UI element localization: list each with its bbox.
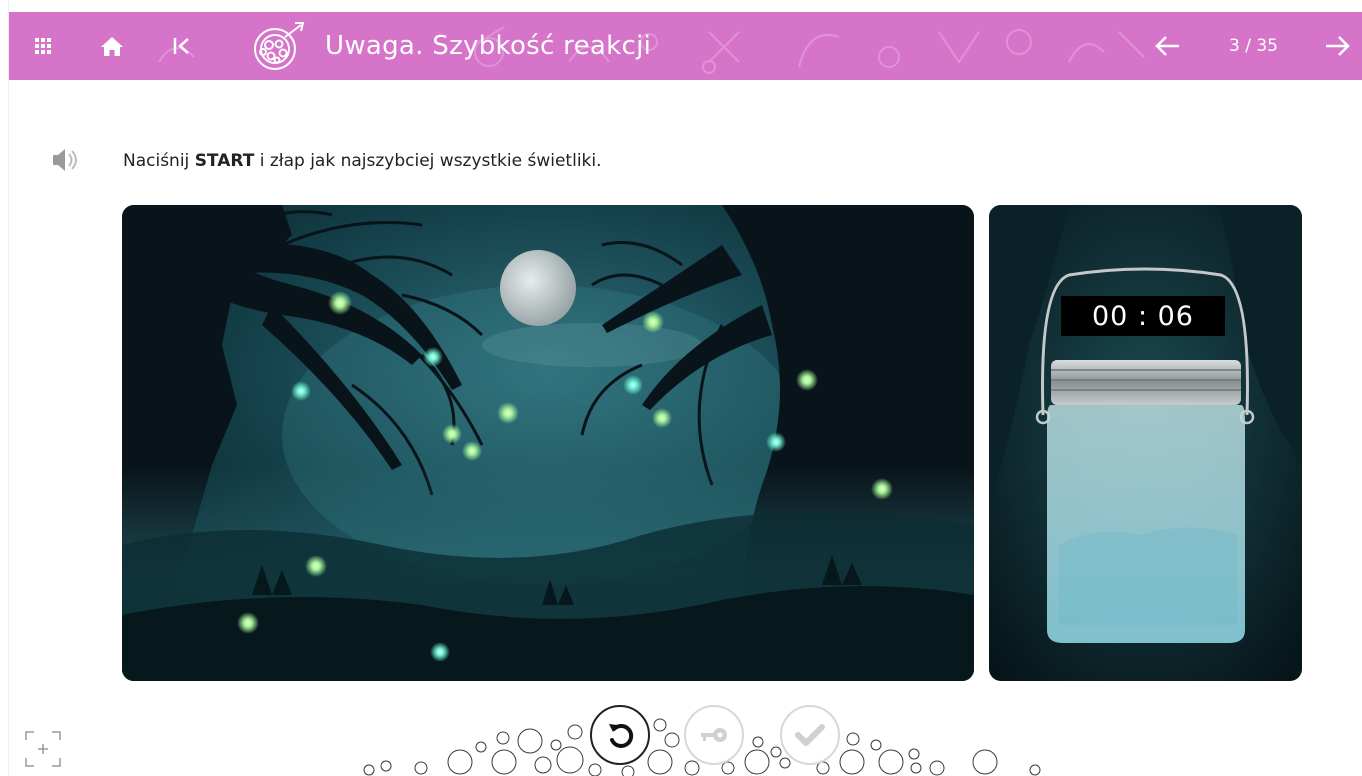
timer-display: 00 : 06 (1061, 296, 1225, 336)
next-button[interactable] (1320, 12, 1356, 80)
home-icon (101, 37, 123, 56)
arrow-left-icon (1155, 36, 1179, 56)
hint-button[interactable] (684, 705, 744, 765)
bottom-controls (0, 690, 1362, 776)
check-icon (795, 724, 825, 746)
forest-scene[interactable] (122, 205, 974, 681)
fullscreen-button[interactable] (24, 730, 62, 772)
previous-button[interactable] (1149, 12, 1185, 80)
grid-menu-button[interactable] (29, 12, 57, 80)
instruction-row: Naciśnij START i złap jak najszybciej ws… (0, 140, 1362, 180)
instruction-text: Naciśnij START i złap jak najszybciej ws… (123, 151, 602, 171)
header-bar: Uwaga. Szybkość reakcji 3 / 35 (9, 12, 1362, 80)
page-title: Uwaga. Szybkość reakcji (325, 31, 652, 61)
reset-button[interactable] (590, 705, 650, 765)
first-page-icon (173, 38, 189, 54)
bubble-decoration (363, 718, 1041, 776)
key-icon (701, 728, 727, 742)
home-button[interactable] (95, 12, 129, 80)
page-frame (0, 0, 9, 776)
forest-illustration (122, 205, 974, 681)
instruction-keyword: START (194, 151, 255, 171)
speaker-icon (53, 149, 77, 171)
reset-icon (609, 723, 634, 748)
target-emblem (247, 12, 309, 80)
audio-button[interactable] (50, 146, 82, 178)
instruction-part: Naciśnij (123, 151, 195, 171)
page-counter: 3 / 35 (1229, 36, 1278, 56)
arrow-right-icon (1326, 36, 1350, 56)
jar-panel (989, 205, 1302, 681)
check-button[interactable] (780, 705, 840, 765)
fullscreen-icon (25, 731, 61, 767)
target-icon (254, 22, 305, 70)
grid-menu-icon (35, 38, 51, 54)
first-page-button[interactable] (167, 12, 195, 80)
instruction-part: i złap jak najszybciej wszystkie świetli… (254, 151, 602, 171)
jar-illustration (989, 205, 1302, 681)
